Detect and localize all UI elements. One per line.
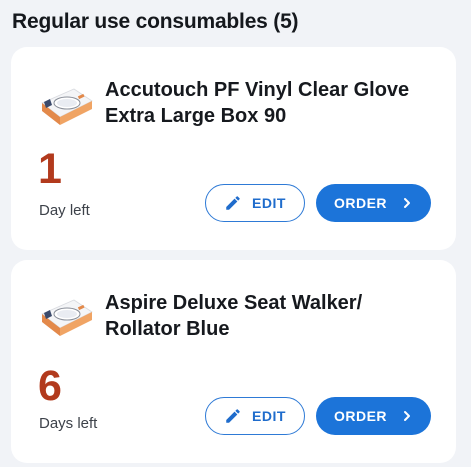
product-name: Accutouch PF Vinyl Clear Glove Extra Lar…	[105, 79, 410, 127]
order-label: ORDER	[333, 408, 388, 424]
chevron-right-icon	[401, 410, 413, 422]
pencil-icon	[224, 407, 242, 425]
section-title: Regular use consumables (5)	[12, 10, 299, 33]
edit-button[interactable]: EDIT	[205, 184, 305, 222]
edit-button[interactable]: EDIT	[205, 397, 305, 435]
edit-label: EDIT	[252, 195, 286, 211]
consumable-card: Accutouch PF Vinyl Clear Glove Extra Lar…	[11, 47, 456, 250]
order-button[interactable]: ORDER	[316, 184, 431, 222]
order-label: ORDER	[333, 195, 388, 211]
days-left-label: Day left	[39, 202, 90, 219]
days-left-label: Days left	[39, 415, 98, 432]
glove-box-icon	[41, 88, 93, 125]
chevron-right-icon	[401, 197, 413, 209]
order-button[interactable]: ORDER	[316, 397, 431, 435]
days-left-value: 6	[38, 362, 62, 410]
days-left-value: 1	[38, 145, 62, 193]
glove-box-icon	[41, 299, 93, 336]
edit-label: EDIT	[252, 408, 286, 424]
product-name: Aspire Deluxe Seat Walker/ Rollator Blue	[105, 292, 363, 340]
consumable-card: Aspire Deluxe Seat Walker/ Rollator Blue…	[11, 260, 456, 463]
pencil-icon	[224, 194, 242, 212]
